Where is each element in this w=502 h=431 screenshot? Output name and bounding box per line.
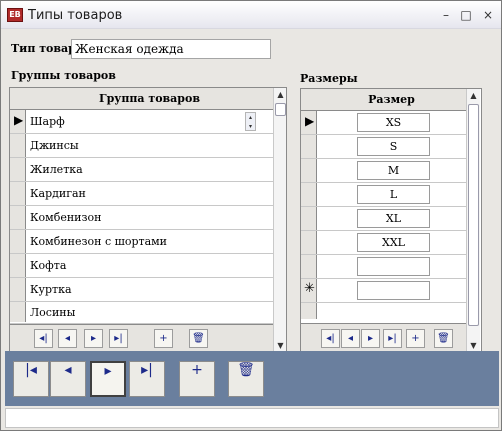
first-record-button[interactable]: ◂| <box>321 329 340 348</box>
delete-record-button[interactable]: 🗑 <box>189 329 208 348</box>
delete-record-button[interactable]: 🗑 <box>228 361 264 397</box>
add-record-button[interactable]: + <box>179 361 215 397</box>
group-cell[interactable]: Кофта <box>30 259 66 272</box>
table-row[interactable]: Куртка <box>10 278 273 302</box>
window: EB Типы товаров – □ × Тип товара Женская… <box>0 0 502 431</box>
last-record-button[interactable]: ▸| <box>129 361 165 397</box>
scroll-thumb[interactable] <box>468 104 479 326</box>
first-record-button[interactable]: ◂| <box>34 329 53 348</box>
table-row[interactable]: Комбенизон <box>10 206 273 230</box>
last-record-button[interactable]: ▸| <box>109 329 128 348</box>
table-row[interactable]: Комбинезон с шортами <box>10 230 273 254</box>
size-cell[interactable]: XS <box>357 113 430 132</box>
size-cell[interactable]: XXL <box>357 233 430 252</box>
maximize-button[interactable]: □ <box>457 7 475 23</box>
sizes-scrollbar[interactable]: ▲ ▼ <box>466 89 480 352</box>
group-cell[interactable]: Комбенизон <box>30 211 101 224</box>
delete-record-button[interactable]: 🗑 <box>434 329 453 348</box>
prev-record-button[interactable]: ◂ <box>341 329 360 348</box>
group-cell[interactable]: Кардиган <box>30 187 86 200</box>
table-row[interactable]: Шарф ▴ ▾ <box>10 110 273 134</box>
prev-record-button[interactable]: ◂ <box>50 361 86 397</box>
size-cell[interactable]: L <box>357 185 430 204</box>
sizes-nav-bar: ◂| ◂ ▸ ▸| + 🗑 <box>301 323 466 352</box>
table-row[interactable]: Кофта <box>10 254 273 278</box>
size-cell[interactable] <box>357 257 430 276</box>
group-cell[interactable]: Лосины <box>30 306 75 319</box>
table-row[interactable]: XL <box>301 207 466 231</box>
table-row[interactable]: M <box>301 159 466 183</box>
close-button[interactable]: × <box>479 7 497 23</box>
scroll-up-icon[interactable]: ▲ <box>467 89 480 102</box>
table-row[interactable]: XXL <box>301 231 466 255</box>
groups-nav-bar: ◂| ◂ ▸ ▸| + 🗑 <box>10 324 273 352</box>
status-bar <box>5 408 499 428</box>
groups-grid: Группа товаров ▶ Шарф ▴ ▾ Джинсы Жилетка … <box>9 87 287 353</box>
table-row[interactable]: S <box>301 135 466 159</box>
scroll-thumb[interactable] <box>275 103 286 116</box>
prev-record-button[interactable]: ◂ <box>58 329 77 348</box>
sizes-grid: Размер ▶ ✳ XS S M L XL XXL ▲ ▼ ◂| ◂ ▸ ▸|… <box>300 88 482 353</box>
groups-label: Группы товаров <box>11 69 116 82</box>
form-body: Тип товара Женская одежда Группы товаров… <box>5 31 499 353</box>
next-record-button[interactable]: ▸ <box>361 329 380 348</box>
group-cell[interactable]: Жилетка <box>30 163 83 176</box>
scroll-up-icon[interactable]: ▲ <box>274 88 287 101</box>
table-row[interactable]: Джинсы <box>10 134 273 158</box>
window-title: Типы товаров <box>28 8 123 23</box>
bottom-nav-panel: |◂ ◂ ▸ ▸| + 🗑 <box>5 351 499 406</box>
sizes-column-header[interactable]: Размер <box>317 89 466 111</box>
type-field[interactable]: Женская одежда <box>71 39 271 59</box>
table-row[interactable]: L <box>301 183 466 207</box>
minimize-button[interactable]: – <box>437 7 455 23</box>
next-record-button[interactable]: ▸ <box>84 329 103 348</box>
groups-column-header[interactable]: Группа товаров <box>26 88 273 110</box>
group-cell[interactable]: Шарф <box>30 115 65 128</box>
size-cell[interactable]: S <box>357 137 430 156</box>
last-record-button[interactable]: ▸| <box>383 329 402 348</box>
first-record-button[interactable]: |◂ <box>13 361 49 397</box>
new-record-row[interactable] <box>301 279 466 303</box>
table-row[interactable]: Кардиган <box>10 182 273 206</box>
table-row[interactable]: Жилетка <box>10 158 273 182</box>
next-record-button[interactable]: ▸ <box>90 361 126 397</box>
group-cell[interactable]: Комбинезон с шортами <box>30 235 167 248</box>
table-row[interactable]: Лосины <box>10 302 273 324</box>
add-record-button[interactable]: + <box>406 329 425 348</box>
title-bar[interactable]: EB Типы товаров – □ × <box>1 1 501 29</box>
size-cell[interactable]: M <box>357 161 430 180</box>
groups-scrollbar[interactable]: ▲ ▼ <box>273 88 286 352</box>
sizes-label: Размеры <box>300 72 358 85</box>
add-record-button[interactable]: + <box>154 329 173 348</box>
groups-header-corner <box>10 88 26 110</box>
group-cell[interactable]: Куртка <box>30 283 72 296</box>
sizes-header-corner <box>301 89 317 111</box>
size-cell-new[interactable] <box>357 281 430 300</box>
size-cell[interactable]: XL <box>357 209 430 228</box>
spinner-icon[interactable]: ▴ ▾ <box>245 112 256 131</box>
group-cell[interactable]: Джинсы <box>30 139 79 152</box>
table-row[interactable] <box>301 255 466 279</box>
table-row[interactable]: XS <box>301 111 466 135</box>
app-icon: EB <box>7 8 23 22</box>
